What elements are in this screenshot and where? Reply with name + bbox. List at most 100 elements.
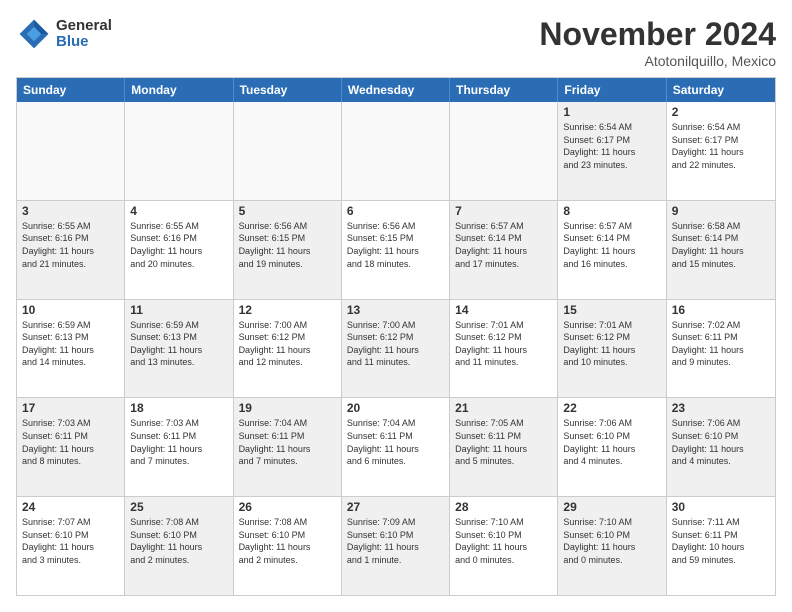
calendar-cell-2-2: 12 Sunrise: 7:00 AM Sunset: 6:12 PM Dayli… bbox=[234, 300, 342, 398]
header-friday: Friday bbox=[558, 78, 666, 102]
day-number-18: 18 bbox=[130, 401, 227, 415]
day-info-19: Sunrise: 7:04 AM Sunset: 6:11 PM Dayligh… bbox=[239, 417, 336, 467]
day-number-6: 6 bbox=[347, 204, 444, 218]
day-number-26: 26 bbox=[239, 500, 336, 514]
calendar-row-2: 10Sunrise: 6:59 AM Sunset: 6:13 PM Dayli… bbox=[17, 300, 775, 399]
day-info-30: Sunrise: 7:11 AM Sunset: 6:11 PM Dayligh… bbox=[672, 516, 770, 566]
logo-blue-text: Blue bbox=[56, 34, 112, 51]
day-info-1: Sunrise: 6:54 AM Sunset: 6:17 PM Dayligh… bbox=[563, 121, 660, 171]
day-info-26: Sunrise: 7:08 AM Sunset: 6:10 PM Dayligh… bbox=[239, 516, 336, 566]
day-info-7: Sunrise: 6:57 AM Sunset: 6:14 PM Dayligh… bbox=[455, 220, 552, 270]
calendar-cell-0-5: 1 Sunrise: 6:54 AM Sunset: 6:17 PM Daylig… bbox=[558, 102, 666, 200]
calendar-cell-2-1: 11Sunrise: 6:59 AM Sunset: 6:13 PM Dayli… bbox=[125, 300, 233, 398]
day-info-28: Sunrise: 7:10 AM Sunset: 6:10 PM Dayligh… bbox=[455, 516, 552, 566]
header: General Blue November 2024 Atotonilquill… bbox=[16, 16, 776, 69]
day-info-23: Sunrise: 7:06 AM Sunset: 6:10 PM Dayligh… bbox=[672, 417, 770, 467]
calendar-cell-4-0: 24 Sunrise: 7:07 AM Sunset: 6:10 PM Dayli… bbox=[17, 497, 125, 595]
day-info-11: Sunrise: 6:59 AM Sunset: 6:13 PM Dayligh… bbox=[130, 319, 227, 369]
day-info-2: Sunrise: 6:54 AM Sunset: 6:17 PM Dayligh… bbox=[672, 121, 770, 171]
calendar-header: Sunday Monday Tuesday Wednesday Thursday… bbox=[17, 78, 775, 102]
logo-general-text: General bbox=[56, 18, 112, 35]
day-number-23: 23 bbox=[672, 401, 770, 415]
title-block: November 2024 Atotonilquillo, Mexico bbox=[539, 16, 776, 69]
day-info-4: Sunrise: 6:55 AM Sunset: 6:16 PM Dayligh… bbox=[130, 220, 227, 270]
calendar: Sunday Monday Tuesday Wednesday Thursday… bbox=[16, 77, 776, 596]
location: Atotonilquillo, Mexico bbox=[539, 53, 776, 69]
day-number-20: 20 bbox=[347, 401, 444, 415]
day-info-3: Sunrise: 6:55 AM Sunset: 6:16 PM Dayligh… bbox=[22, 220, 119, 270]
calendar-row-1: 3 Sunrise: 6:55 AM Sunset: 6:16 PM Daylig… bbox=[17, 201, 775, 300]
calendar-cell-1-3: 6 Sunrise: 6:56 AM Sunset: 6:15 PM Daylig… bbox=[342, 201, 450, 299]
day-number-16: 16 bbox=[672, 303, 770, 317]
header-saturday: Saturday bbox=[667, 78, 775, 102]
day-number-19: 19 bbox=[239, 401, 336, 415]
calendar-cell-3-3: 20 Sunrise: 7:04 AM Sunset: 6:11 PM Dayli… bbox=[342, 398, 450, 496]
calendar-cell-2-6: 16 Sunrise: 7:02 AM Sunset: 6:11 PM Dayli… bbox=[667, 300, 775, 398]
day-info-29: Sunrise: 7:10 AM Sunset: 6:10 PM Dayligh… bbox=[563, 516, 660, 566]
calendar-cell-3-4: 21Sunrise: 7:05 AM Sunset: 6:11 PM Dayli… bbox=[450, 398, 558, 496]
calendar-cell-2-0: 10Sunrise: 6:59 AM Sunset: 6:13 PM Dayli… bbox=[17, 300, 125, 398]
calendar-cell-3-1: 18 Sunrise: 7:03 AM Sunset: 6:11 PM Dayli… bbox=[125, 398, 233, 496]
day-number-12: 12 bbox=[239, 303, 336, 317]
day-info-22: Sunrise: 7:06 AM Sunset: 6:10 PM Dayligh… bbox=[563, 417, 660, 467]
day-info-15: Sunrise: 7:01 AM Sunset: 6:12 PM Dayligh… bbox=[563, 319, 660, 369]
day-info-12: Sunrise: 7:00 AM Sunset: 6:12 PM Dayligh… bbox=[239, 319, 336, 369]
month-title: November 2024 bbox=[539, 16, 776, 53]
calendar-cell-0-2 bbox=[234, 102, 342, 200]
calendar-cell-1-6: 9 Sunrise: 6:58 AM Sunset: 6:14 PM Daylig… bbox=[667, 201, 775, 299]
calendar-cell-0-1 bbox=[125, 102, 233, 200]
day-info-10: Sunrise: 6:59 AM Sunset: 6:13 PM Dayligh… bbox=[22, 319, 119, 369]
calendar-row-3: 17 Sunrise: 7:03 AM Sunset: 6:11 PM Dayli… bbox=[17, 398, 775, 497]
day-number-27: 27 bbox=[347, 500, 444, 514]
day-number-2: 2 bbox=[672, 105, 770, 119]
calendar-cell-2-4: 14Sunrise: 7:01 AM Sunset: 6:12 PM Dayli… bbox=[450, 300, 558, 398]
day-number-3: 3 bbox=[22, 204, 119, 218]
day-number-1: 1 bbox=[563, 105, 660, 119]
calendar-cell-1-0: 3 Sunrise: 6:55 AM Sunset: 6:16 PM Daylig… bbox=[17, 201, 125, 299]
calendar-cell-1-5: 8Sunrise: 6:57 AM Sunset: 6:14 PM Daylig… bbox=[558, 201, 666, 299]
calendar-cell-0-0 bbox=[17, 102, 125, 200]
day-info-6: Sunrise: 6:56 AM Sunset: 6:15 PM Dayligh… bbox=[347, 220, 444, 270]
day-number-28: 28 bbox=[455, 500, 552, 514]
day-info-25: Sunrise: 7:08 AM Sunset: 6:10 PM Dayligh… bbox=[130, 516, 227, 566]
day-number-21: 21 bbox=[455, 401, 552, 415]
calendar-body: 1 Sunrise: 6:54 AM Sunset: 6:17 PM Daylig… bbox=[17, 102, 775, 595]
page: General Blue November 2024 Atotonilquill… bbox=[0, 0, 792, 612]
calendar-cell-0-4 bbox=[450, 102, 558, 200]
calendar-cell-2-3: 13 Sunrise: 7:00 AM Sunset: 6:12 PM Dayli… bbox=[342, 300, 450, 398]
day-info-24: Sunrise: 7:07 AM Sunset: 6:10 PM Dayligh… bbox=[22, 516, 119, 566]
day-number-15: 15 bbox=[563, 303, 660, 317]
calendar-cell-3-2: 19 Sunrise: 7:04 AM Sunset: 6:11 PM Dayli… bbox=[234, 398, 342, 496]
calendar-cell-4-3: 27Sunrise: 7:09 AM Sunset: 6:10 PM Dayli… bbox=[342, 497, 450, 595]
calendar-cell-0-6: 2 Sunrise: 6:54 AM Sunset: 6:17 PM Daylig… bbox=[667, 102, 775, 200]
day-number-22: 22 bbox=[563, 401, 660, 415]
calendar-cell-3-5: 22 Sunrise: 7:06 AM Sunset: 6:10 PM Dayli… bbox=[558, 398, 666, 496]
day-number-25: 25 bbox=[130, 500, 227, 514]
calendar-cell-4-5: 29Sunrise: 7:10 AM Sunset: 6:10 PM Dayli… bbox=[558, 497, 666, 595]
day-info-13: Sunrise: 7:00 AM Sunset: 6:12 PM Dayligh… bbox=[347, 319, 444, 369]
day-info-16: Sunrise: 7:02 AM Sunset: 6:11 PM Dayligh… bbox=[672, 319, 770, 369]
calendar-cell-4-6: 30Sunrise: 7:11 AM Sunset: 6:11 PM Dayli… bbox=[667, 497, 775, 595]
calendar-cell-0-3 bbox=[342, 102, 450, 200]
header-tuesday: Tuesday bbox=[234, 78, 342, 102]
calendar-cell-3-0: 17 Sunrise: 7:03 AM Sunset: 6:11 PM Dayli… bbox=[17, 398, 125, 496]
day-number-13: 13 bbox=[347, 303, 444, 317]
day-info-9: Sunrise: 6:58 AM Sunset: 6:14 PM Dayligh… bbox=[672, 220, 770, 270]
day-number-9: 9 bbox=[672, 204, 770, 218]
calendar-cell-4-1: 25 Sunrise: 7:08 AM Sunset: 6:10 PM Dayli… bbox=[125, 497, 233, 595]
logo: General Blue bbox=[16, 16, 112, 52]
calendar-cell-4-4: 28 Sunrise: 7:10 AM Sunset: 6:10 PM Dayli… bbox=[450, 497, 558, 595]
day-info-17: Sunrise: 7:03 AM Sunset: 6:11 PM Dayligh… bbox=[22, 417, 119, 467]
calendar-cell-1-2: 5Sunrise: 6:56 AM Sunset: 6:15 PM Daylig… bbox=[234, 201, 342, 299]
header-monday: Monday bbox=[125, 78, 233, 102]
day-info-14: Sunrise: 7:01 AM Sunset: 6:12 PM Dayligh… bbox=[455, 319, 552, 369]
day-number-24: 24 bbox=[22, 500, 119, 514]
calendar-cell-1-4: 7 Sunrise: 6:57 AM Sunset: 6:14 PM Daylig… bbox=[450, 201, 558, 299]
calendar-cell-1-1: 4Sunrise: 6:55 AM Sunset: 6:16 PM Daylig… bbox=[125, 201, 233, 299]
header-sunday: Sunday bbox=[17, 78, 125, 102]
day-info-20: Sunrise: 7:04 AM Sunset: 6:11 PM Dayligh… bbox=[347, 417, 444, 467]
day-number-5: 5 bbox=[239, 204, 336, 218]
day-number-7: 7 bbox=[455, 204, 552, 218]
day-number-17: 17 bbox=[22, 401, 119, 415]
day-info-18: Sunrise: 7:03 AM Sunset: 6:11 PM Dayligh… bbox=[130, 417, 227, 467]
